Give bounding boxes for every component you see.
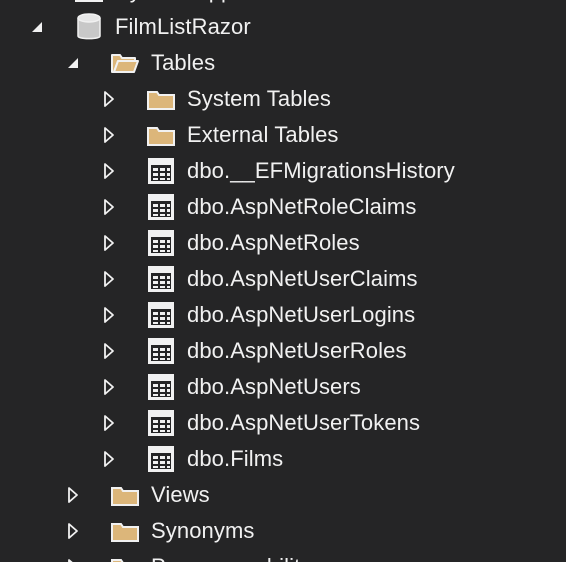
tree-node-table[interactable]: dbo.Films xyxy=(0,441,566,477)
expanded-arrow-icon[interactable] xyxy=(26,9,48,45)
folder-icon xyxy=(73,0,105,9)
tree-node-label: dbo.AspNetUserClaims xyxy=(187,266,418,291)
collapsed-arrow-icon[interactable] xyxy=(98,189,120,225)
tree-node-label: dbo.AspNetUserTokens xyxy=(187,410,421,435)
tree-node-table[interactable]: dbo.AspNetUserLogins xyxy=(0,297,566,333)
folder-icon xyxy=(109,513,141,549)
table-icon xyxy=(145,333,177,369)
collapsed-arrow-icon[interactable] xyxy=(98,81,120,117)
tree-node-label: dbo.AspNetRoles xyxy=(187,230,360,255)
expanded-arrow-icon[interactable] xyxy=(62,45,84,81)
tree-node-table[interactable]: dbo.AspNetRoles xyxy=(0,225,566,261)
collapsed-arrow-icon[interactable] xyxy=(98,333,120,369)
tree-node-label: Views xyxy=(151,482,210,507)
table-icon xyxy=(145,405,177,441)
tree-node-label: System Applications xyxy=(115,0,314,9)
table-icon xyxy=(145,261,177,297)
collapsed-arrow-icon[interactable] xyxy=(62,513,84,549)
table-icon xyxy=(145,369,177,405)
tree-node-label: dbo.AspNetUserRoles xyxy=(187,338,407,363)
tree-node-table[interactable]: dbo.AspNetRoleClaims xyxy=(0,189,566,225)
tree-node-label: dbo.__EFMigrationsHistory xyxy=(187,158,455,183)
table-icon xyxy=(145,441,177,477)
object-explorer-tree: System Applications FilmListRazor Tables xyxy=(0,0,566,562)
tree-node-programmability[interactable]: Programmability xyxy=(0,549,566,562)
database-icon xyxy=(73,9,105,45)
tree-node-label: Tables xyxy=(151,50,216,75)
tree-node-label: Programmability xyxy=(151,549,311,562)
table-icon xyxy=(145,153,177,189)
collapsed-arrow-icon[interactable] xyxy=(62,549,84,562)
tree-node-label: FilmListRazor xyxy=(115,14,251,39)
tree-node-views[interactable]: Views xyxy=(0,477,566,513)
collapsed-arrow-icon[interactable] xyxy=(98,261,120,297)
collapsed-arrow-icon[interactable] xyxy=(98,153,120,189)
tree-node-label: dbo.Films xyxy=(187,446,284,471)
collapsed-arrow-icon[interactable] xyxy=(98,225,120,261)
folder-icon xyxy=(145,117,177,153)
folder-icon xyxy=(109,477,141,513)
tree-node-label: dbo.AspNetUsers xyxy=(187,374,361,399)
collapsed-arrow-icon[interactable] xyxy=(98,297,120,333)
tree-node-synonyms[interactable]: Synonyms xyxy=(0,513,566,549)
tree-node-table[interactable]: dbo.AspNetUserClaims xyxy=(0,261,566,297)
folder-icon xyxy=(109,549,141,562)
tree-node-table[interactable]: dbo.__EFMigrationsHistory xyxy=(0,153,566,189)
tree-node-label: System Tables xyxy=(187,86,331,111)
table-icon xyxy=(145,297,177,333)
tree-node-external-tables[interactable]: External Tables xyxy=(0,117,566,153)
collapsed-arrow-icon[interactable] xyxy=(98,369,120,405)
tree-node-top-partial[interactable]: System Applications xyxy=(0,0,566,9)
collapsed-arrow-icon[interactable] xyxy=(98,405,120,441)
tree-node-label: Synonyms xyxy=(151,518,255,543)
table-icon xyxy=(145,189,177,225)
tree-node-label: dbo.AspNetRoleClaims xyxy=(187,194,417,219)
collapsed-arrow-icon[interactable] xyxy=(98,117,120,153)
tree-node-table[interactable]: dbo.AspNetUsers xyxy=(0,369,566,405)
tree-node-label: dbo.AspNetUserLogins xyxy=(187,302,416,327)
folder-icon xyxy=(145,81,177,117)
tree-node-system-tables[interactable]: System Tables xyxy=(0,81,566,117)
tree-node-database[interactable]: FilmListRazor xyxy=(0,9,566,45)
open-folder-icon xyxy=(109,45,141,81)
table-icon xyxy=(145,225,177,261)
tree-node-table[interactable]: dbo.AspNetUserTokens xyxy=(0,405,566,441)
tree-node-table[interactable]: dbo.AspNetUserRoles xyxy=(0,333,566,369)
tree-node-tables[interactable]: Tables xyxy=(0,45,566,81)
tree-node-label: External Tables xyxy=(187,122,339,147)
collapsed-arrow-icon[interactable] xyxy=(98,441,120,477)
collapsed-arrow-icon[interactable] xyxy=(62,477,84,513)
